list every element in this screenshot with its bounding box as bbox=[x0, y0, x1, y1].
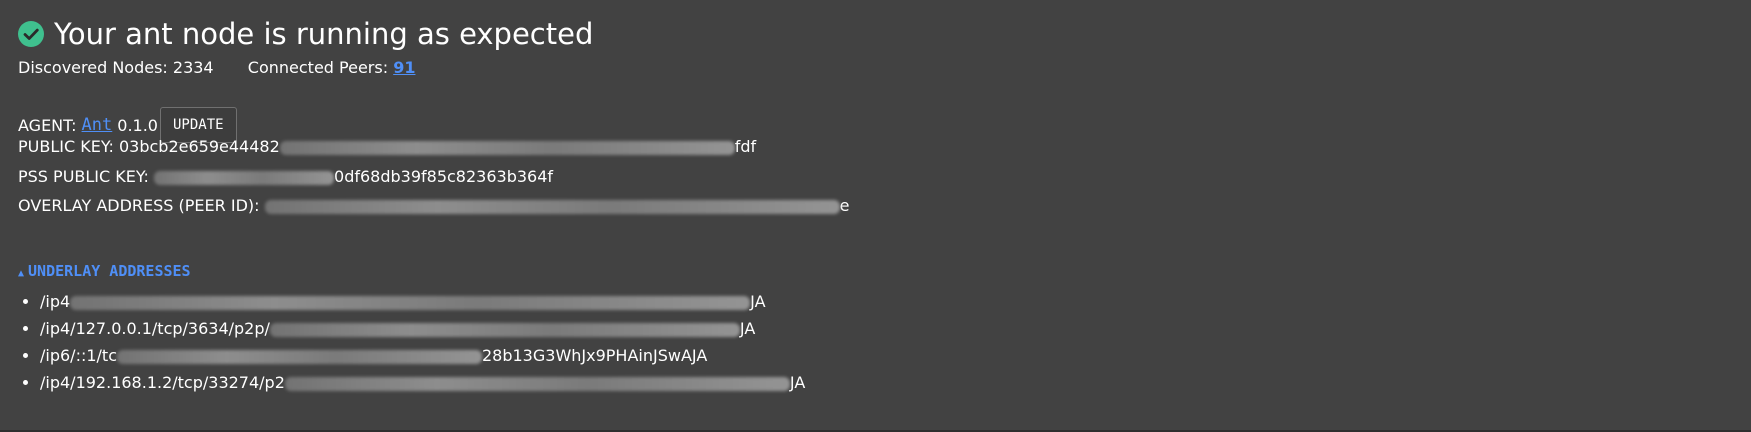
agent-name-link[interactable]: Ant bbox=[82, 115, 113, 135]
overlay-address-row: OVERLAY ADDRESS (PEER ID): e bbox=[18, 196, 849, 215]
overlay-address-value-end: e bbox=[839, 196, 850, 215]
redacted-block bbox=[279, 140, 735, 155]
list-item: /ip4/192.168.1.2/tcp/33274/p2 JA bbox=[40, 369, 805, 396]
redacted-block bbox=[264, 199, 840, 214]
address-end: JA bbox=[750, 292, 766, 311]
list-item: /ip4 JA bbox=[40, 288, 805, 315]
agent-version: 0.1.0 bbox=[117, 115, 158, 135]
check-circle-icon bbox=[18, 21, 44, 47]
caret-up-icon: ▲ bbox=[18, 268, 25, 279]
public-key-label: PUBLIC KEY: bbox=[18, 137, 114, 156]
address-start: /ip6/::1/tc bbox=[40, 346, 117, 365]
overlay-address-label: OVERLAY ADDRESS (PEER ID): bbox=[18, 196, 260, 215]
redacted-block bbox=[284, 376, 790, 391]
discovered-nodes-value: 2334 bbox=[172, 58, 214, 77]
discovered-nodes-label: Discovered Nodes: bbox=[18, 58, 168, 77]
address-start: /ip4/192.168.1.2/tcp/33274/p2 bbox=[40, 373, 285, 392]
address-end: JA bbox=[739, 319, 756, 338]
underlay-address-list: /ip4 JA /ip4/127.0.0.1/tcp/3634/p2p/JA /i… bbox=[18, 288, 805, 396]
pss-public-key-label: PSS PUBLIC KEY: bbox=[18, 167, 149, 186]
public-key-row: PUBLIC KEY: 03bcb2e659e44482 fdf bbox=[18, 137, 756, 156]
agent-label: AGENT: bbox=[18, 115, 77, 135]
list-item: /ip4/127.0.0.1/tcp/3634/p2p/JA bbox=[40, 315, 805, 342]
redacted-block bbox=[269, 322, 740, 337]
status-header: Your ant node is running as expected bbox=[18, 14, 593, 54]
redacted-block bbox=[154, 170, 335, 185]
underlay-addresses-toggle[interactable]: ▲ UNDERLAY ADDRESSES bbox=[18, 262, 191, 280]
connected-peers-link[interactable]: 91 bbox=[393, 58, 415, 77]
underlay-addresses-label: UNDERLAY ADDRESSES bbox=[28, 262, 191, 280]
public-key-value-start: 03bcb2e659e44482 bbox=[118, 137, 280, 156]
pss-public-key-value-end: 0df68db39f85c82363b364f bbox=[334, 167, 554, 186]
redacted-block bbox=[116, 349, 482, 364]
pss-public-key-row: PSS PUBLIC KEY: 0df68db39f85c82363b364f bbox=[18, 167, 553, 186]
list-item: /ip6/::1/tc 28b13G3WhJx9PHAinJSwAJA bbox=[40, 342, 805, 369]
connected-peers-label: Connected Peers: bbox=[247, 58, 389, 77]
address-end: JA bbox=[789, 373, 806, 392]
address-start: /ip4 bbox=[40, 292, 71, 311]
page-title: Your ant node is running as expected bbox=[54, 17, 594, 51]
address-start: /ip4/127.0.0.1/tcp/3634/p2p/ bbox=[40, 319, 270, 338]
address-end: 28b13G3WhJx9PHAinJSwAJA bbox=[481, 346, 708, 365]
node-stats: Discovered Nodes: 2334 Connected Peers: … bbox=[18, 58, 415, 77]
redacted-block bbox=[70, 295, 751, 310]
public-key-value-end: fdf bbox=[734, 137, 757, 156]
